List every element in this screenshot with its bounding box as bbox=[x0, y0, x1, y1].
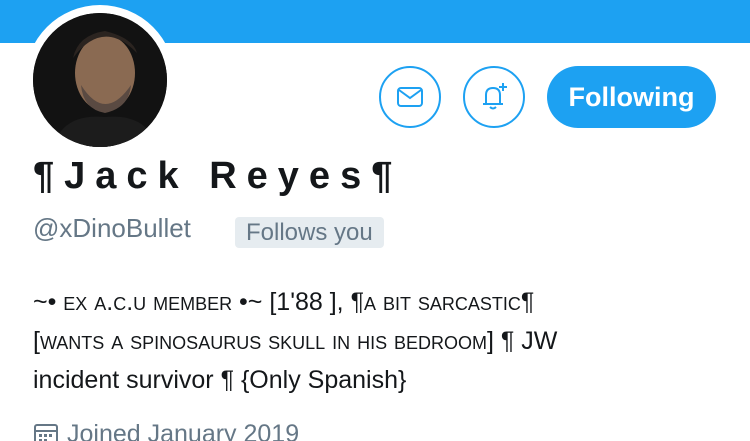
username-handle[interactable]: @xDinoBullet bbox=[33, 213, 191, 244]
notifications-button[interactable] bbox=[463, 66, 525, 128]
calendar-icon bbox=[34, 423, 58, 441]
bio-text: ¶ JW bbox=[493, 327, 558, 355]
bio-text: [1'88 ], bbox=[262, 288, 351, 316]
avatar-image bbox=[33, 13, 167, 147]
bio-line: incident survivor ¶ {Only Spanish} bbox=[33, 361, 733, 400]
joined-date: Joined January 2019 bbox=[33, 420, 299, 441]
bio-text: [wants a spinosaurus skull in his bedroo… bbox=[33, 327, 494, 355]
following-button[interactable]: Following bbox=[547, 66, 716, 128]
profile-page: Following ¶Jack Reyes¶ @xDinoBullet Foll… bbox=[0, 0, 750, 441]
avatar-frame bbox=[25, 5, 175, 155]
bio: ~• ex a.c.u member •~ [1'88 ], ¶a bit sa… bbox=[33, 283, 733, 400]
follows-you-badge: Follows you bbox=[235, 217, 384, 248]
envelope-icon bbox=[397, 87, 423, 107]
display-name: ¶Jack Reyes¶ bbox=[33, 155, 403, 197]
avatar[interactable] bbox=[33, 13, 167, 147]
bio-text: incident survivor ¶ {Only Spanish} bbox=[33, 366, 407, 394]
bio-line: ~• ex a.c.u member •~ [1'88 ], ¶a bit sa… bbox=[33, 283, 733, 322]
joined-label: Joined January 2019 bbox=[67, 420, 300, 441]
bio-text: ¶a bit sarcastic¶ bbox=[350, 288, 535, 316]
bio-line: [wants a spinosaurus skull in his bedroo… bbox=[33, 322, 733, 361]
bell-plus-icon bbox=[483, 83, 507, 110]
bio-text: ~• ex a.c.u member •~ bbox=[33, 288, 263, 316]
message-button[interactable] bbox=[379, 66, 441, 128]
